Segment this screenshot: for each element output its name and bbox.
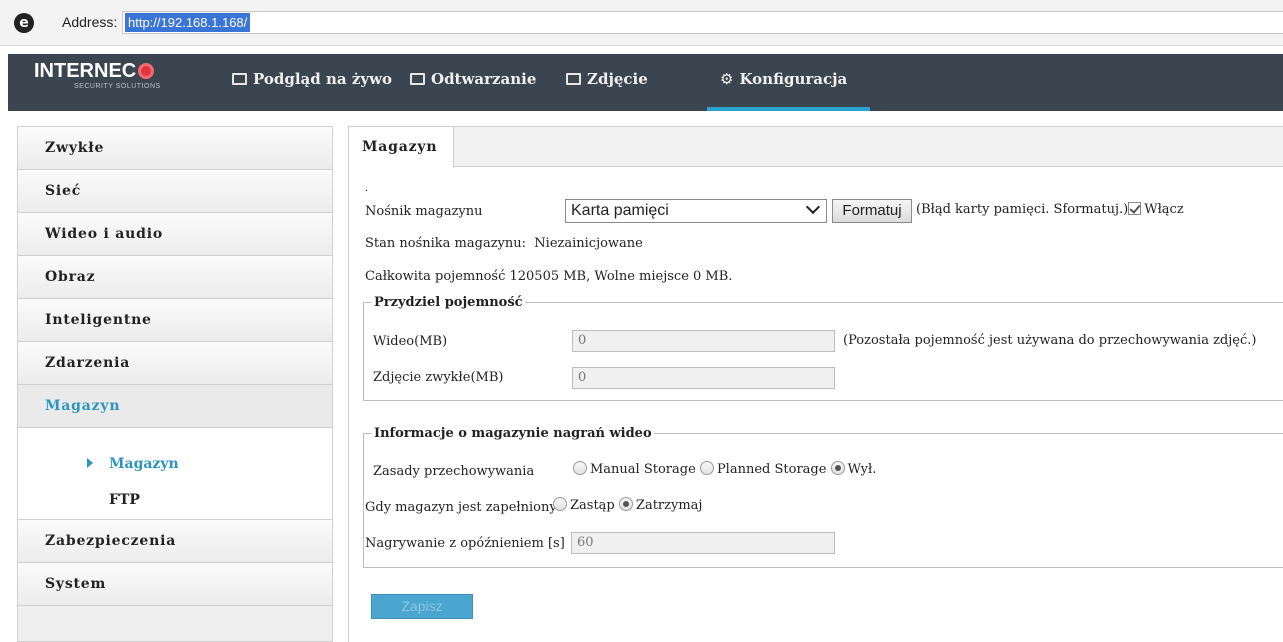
nav-photo-label: Zdjęcie bbox=[587, 70, 648, 88]
tab-storage[interactable]: Magazyn bbox=[349, 127, 454, 168]
tab-bar: Magazyn bbox=[349, 127, 1283, 168]
radio-overwrite-label: Zastąp bbox=[570, 498, 615, 513]
save-button[interactable]: Zapisz bbox=[371, 594, 473, 619]
sidebar-item-storage[interactable]: Magazyn bbox=[18, 385, 332, 428]
radio-stop[interactable] bbox=[618, 497, 633, 511]
sidebar-item-image[interactable]: Obraz bbox=[18, 256, 332, 299]
sidebar-subitem-storage-label: Magazyn bbox=[109, 456, 179, 472]
nav-playback-label: Odtwarzanie bbox=[431, 70, 537, 88]
radio-planned-storage-label: Planned Storage bbox=[716, 462, 827, 477]
nav-configuration-label: Konfiguracja bbox=[739, 70, 848, 88]
logo-dot-icon bbox=[138, 63, 155, 79]
photo-mb-input[interactable]: 0 bbox=[572, 367, 835, 389]
storage-policy-options: Manual Storage Planned Storage Wył. bbox=[573, 461, 876, 477]
when-full-label: Gdy magazyn jest zapełniony bbox=[365, 500, 557, 515]
sidebar-item-security[interactable]: Zabezpieczenia bbox=[18, 520, 332, 563]
radio-overwrite[interactable] bbox=[553, 497, 567, 511]
internet-explorer-icon: e bbox=[14, 13, 34, 33]
logo-text: INTERNEC bbox=[34, 60, 137, 82]
card-error-text: (Błąd karty pamięci. Sformatuj.) bbox=[916, 202, 1129, 217]
enable-label: Włącz bbox=[1144, 202, 1184, 217]
storage-policy-label: Zasady przechowywania bbox=[373, 464, 535, 479]
top-navigation: INTERNEC SECURITY SOLUTIONS Podgląd na ż… bbox=[8, 54, 1283, 111]
monitor-icon bbox=[232, 73, 247, 85]
delay-recording-label: Nagrywanie z opóźnieniem [s] bbox=[365, 536, 565, 551]
main-content: Magazyn . Nośnik magazynu Karta pamięci … bbox=[348, 126, 1283, 642]
media-status-label: Stan nośnika magazynu: bbox=[365, 236, 527, 251]
sidebar-subitem-ftp[interactable]: FTP bbox=[109, 492, 140, 508]
image-icon bbox=[566, 73, 581, 85]
sidebar-item-network[interactable]: Sieć bbox=[18, 170, 332, 213]
logo-subtitle: SECURITY SOLUTIONS bbox=[74, 83, 161, 90]
video-mb-note: (Pozostała pojemność jest używana do prz… bbox=[843, 333, 1257, 348]
radio-manual-storage-label: Manual Storage bbox=[590, 462, 696, 477]
enable-checkbox[interactable] bbox=[1128, 202, 1142, 215]
recording-legend: Informacje o magazynie nagrań wideo bbox=[372, 426, 654, 441]
sidebar-item-video-audio[interactable]: Wideo i audio bbox=[18, 213, 332, 256]
internec-logo: INTERNEC SECURITY SOLUTIONS bbox=[34, 60, 161, 90]
storage-media-select[interactable]: Karta pamięci bbox=[565, 199, 827, 223]
stray-dot: . bbox=[365, 183, 369, 194]
address-input[interactable] bbox=[122, 11, 1283, 34]
sidebar-item-intelligent[interactable]: Inteligentne bbox=[18, 299, 332, 342]
sidebar-item-events[interactable]: Zdarzenia bbox=[18, 342, 332, 385]
radio-storage-off-label: Wył. bbox=[847, 462, 877, 477]
nav-live-view-label: Podgląd na żywo bbox=[253, 70, 392, 88]
video-mb-label: Wideo(MB) bbox=[373, 334, 448, 349]
allocation-legend: Przydziel pojemność bbox=[372, 295, 525, 310]
nav-playback[interactable]: Odtwarzanie bbox=[410, 70, 536, 88]
address-url[interactable]: http://192.168.1.168/ bbox=[125, 13, 251, 32]
card-error-row: (Błąd karty pamięci. Sformatuj.) Włącz bbox=[916, 202, 1184, 217]
nav-photo[interactable]: Zdjęcie bbox=[566, 70, 648, 88]
triangle-right-icon bbox=[87, 458, 93, 468]
media-status-value: Niezainicjowane bbox=[534, 236, 643, 251]
sidebar-subitem-storage[interactable]: Magazyn bbox=[87, 456, 179, 472]
chevron-down-icon bbox=[805, 199, 821, 215]
film-icon bbox=[410, 73, 425, 85]
nav-active-indicator bbox=[707, 107, 870, 111]
nav-configuration[interactable]: ⚙ Konfiguracja bbox=[720, 70, 847, 88]
storage-media-value: Karta pamięci bbox=[571, 202, 669, 219]
when-full-options: Zastąp Zatrzymaj bbox=[553, 497, 702, 513]
capacity-text: Całkowita pojemność 120505 MB, Wolne mie… bbox=[365, 269, 733, 284]
format-button[interactable]: Formatuj bbox=[832, 199, 912, 223]
radio-planned-storage[interactable] bbox=[699, 461, 714, 475]
address-label: Address: bbox=[62, 14, 118, 30]
nav-live-view[interactable]: Podgląd na żywo bbox=[232, 70, 392, 88]
media-status-row: Stan nośnika magazynu: Niezainicjowane bbox=[365, 236, 643, 251]
browser-address-bar: e Address: http://192.168.1.168/ bbox=[0, 0, 1283, 46]
photo-mb-label: Zdjęcie zwykłe(MB) bbox=[373, 370, 504, 385]
sidebar: Zwykłe Sieć Wideo i audio Obraz Intelige… bbox=[17, 126, 333, 642]
sidebar-item-system[interactable]: System bbox=[18, 563, 332, 606]
video-mb-input[interactable]: 0 bbox=[572, 330, 835, 352]
radio-stop-label: Zatrzymaj bbox=[635, 498, 703, 513]
sidebar-subpanel-storage: Magazyn FTP bbox=[18, 428, 332, 520]
delay-recording-input[interactable]: 60 bbox=[571, 532, 835, 554]
sidebar-item-general[interactable]: Zwykłe bbox=[18, 127, 332, 170]
storage-media-label: Nośnik magazynu bbox=[365, 204, 483, 219]
radio-manual-storage[interactable] bbox=[573, 461, 587, 475]
gear-icon: ⚙ bbox=[720, 70, 734, 88]
radio-storage-off[interactable] bbox=[830, 461, 845, 475]
